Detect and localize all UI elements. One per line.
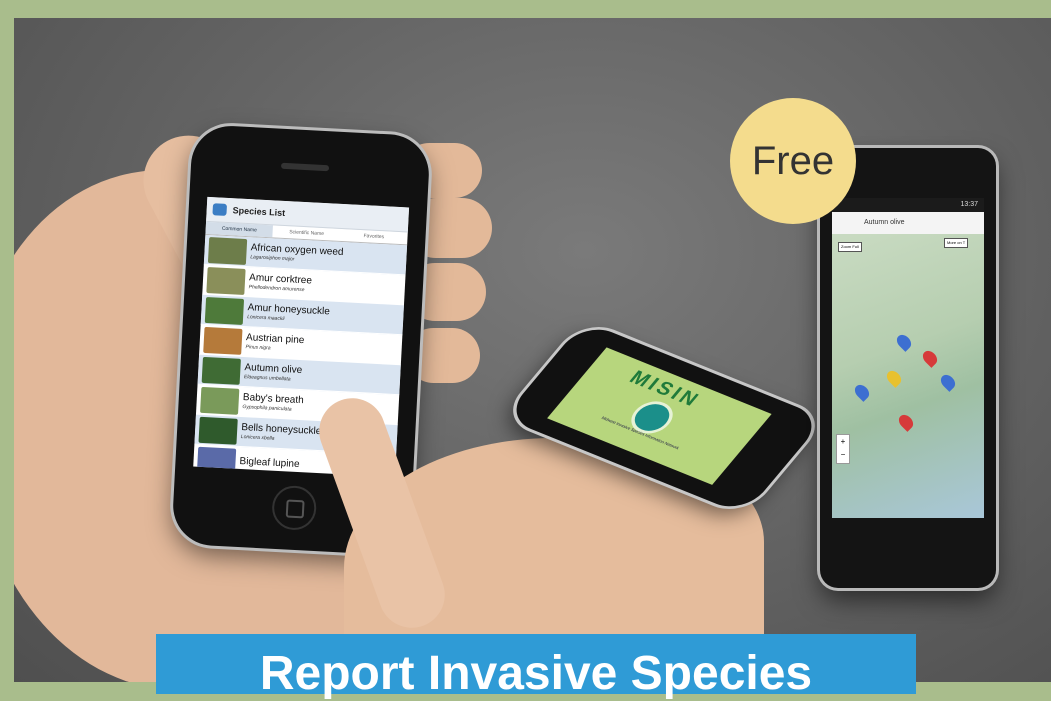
zoom-control[interactable]: + − — [836, 434, 850, 464]
species-thumbnail — [206, 266, 246, 295]
more-button[interactable]: More on T — [944, 238, 969, 248]
species-map[interactable]: Zoom Full More on T + − — [832, 234, 984, 518]
map-marker-icon[interactable] — [884, 368, 904, 388]
map-marker-icon[interactable] — [896, 412, 916, 432]
species-name: Bigleaf lupine — [239, 455, 300, 470]
status-bar: 13:37 — [832, 198, 984, 212]
speaker — [280, 162, 330, 172]
home-button[interactable] — [271, 484, 318, 531]
species-thumbnail — [198, 416, 238, 445]
zoom-in-icon[interactable]: + — [837, 435, 849, 448]
species-thumbnail — [201, 356, 241, 385]
banner-text: Report Invasive Species — [259, 647, 813, 700]
screen-title: Species List — [232, 205, 286, 218]
map-title: Autumn olive — [832, 212, 984, 234]
map-marker-icon[interactable] — [852, 382, 872, 402]
species-thumbnail — [200, 386, 240, 415]
species-thumbnail — [207, 236, 248, 265]
species-thumbnail — [203, 326, 243, 355]
home-square-icon — [285, 499, 305, 519]
map-screen: 13:37 Autumn olive Zoom Full More on T +… — [832, 198, 984, 518]
species-thumbnail — [204, 296, 245, 325]
species-thumbnail — [196, 446, 237, 475]
app-icon[interactable] — [212, 203, 228, 216]
phone-map: 13:37 Autumn olive Zoom Full More on T +… — [820, 148, 996, 588]
zoom-full-button[interactable]: Zoom Full — [838, 242, 862, 252]
free-badge: Free — [730, 98, 856, 224]
map-marker-icon[interactable] — [920, 348, 940, 368]
map-marker-icon[interactable] — [938, 372, 958, 392]
zoom-out-icon[interactable]: − — [837, 448, 849, 461]
backdrop: Species List Common Name Scientific Name… — [14, 18, 1051, 682]
map-marker-icon[interactable] — [894, 332, 914, 352]
report-banner: Report Invasive Species — [156, 634, 916, 700]
page-frame: Species List Common Name Scientific Name… — [0, 0, 1051, 700]
